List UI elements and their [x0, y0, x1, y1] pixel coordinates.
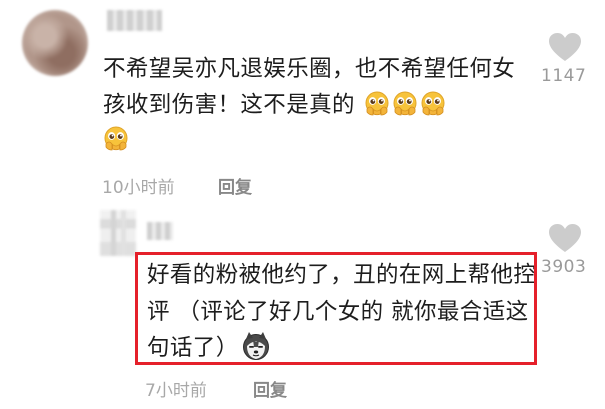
reply-reply-button[interactable]: 回复 — [253, 376, 287, 401]
commenter-username[interactable] — [107, 10, 162, 31]
reply-like-button[interactable] — [548, 223, 582, 257]
reply-like-count: 3903 — [541, 257, 587, 277]
comment-body: 不希望吴亦凡退娱乐圈，也不希望任何女孩收到伤害！这不是真的 — [103, 52, 533, 159]
replier-avatar[interactable] — [100, 210, 136, 256]
commenter-avatar[interactable] — [22, 10, 88, 76]
comment-like-button[interactable] — [548, 32, 582, 66]
highlight-box — [135, 252, 537, 365]
heart-icon — [549, 33, 581, 61]
pleading-face-hands-icon — [103, 126, 129, 152]
reply-timestamp: 7小时前 — [145, 381, 207, 401]
pleading-face-hands-icon — [420, 91, 446, 117]
comment-reply-button[interactable]: 回复 — [218, 173, 252, 198]
heart-icon — [549, 224, 581, 252]
comment-text: 不希望吴亦凡退娱乐圈，也不希望任何女孩收到伤害！这不是真的 — [103, 56, 516, 118]
comment-timestamp: 10小时前 — [102, 178, 175, 198]
replier-username[interactable] — [147, 222, 173, 240]
pleading-face-hands-icon — [392, 91, 418, 117]
comment-like-count: 1147 — [541, 66, 587, 86]
pleading-face-hands-icon — [364, 91, 390, 117]
